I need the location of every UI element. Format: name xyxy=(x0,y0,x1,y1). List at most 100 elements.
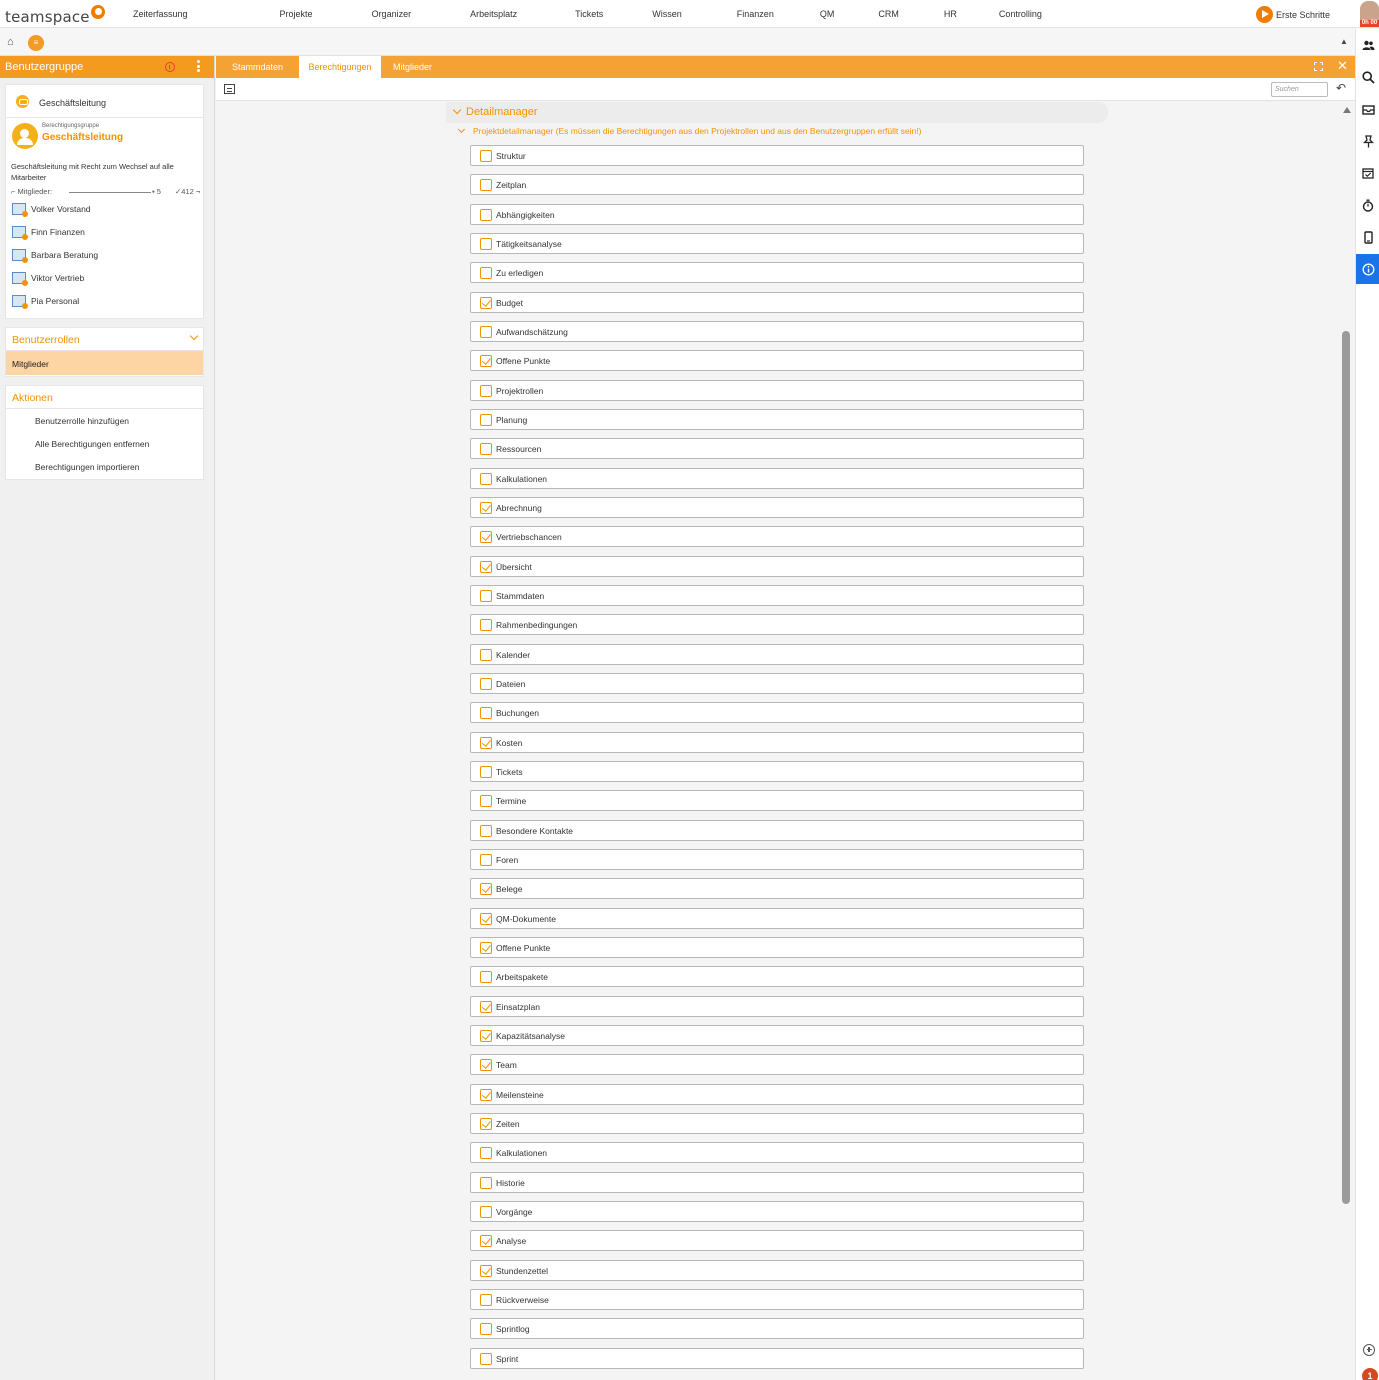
info-icon[interactable] xyxy=(1356,254,1379,284)
permission-checkbox[interactable] xyxy=(480,883,492,896)
menu-item-zeiterfassung[interactable]: Zeiterfassung xyxy=(133,0,188,28)
calendar-check-icon[interactable] xyxy=(1356,158,1379,188)
pin-icon[interactable] xyxy=(1356,126,1379,156)
role-item-mitglieder[interactable]: Mitglieder xyxy=(6,351,203,375)
permission-checkbox[interactable] xyxy=(480,1088,492,1101)
permission-checkbox[interactable] xyxy=(480,1352,492,1365)
menu-item-tickets[interactable]: Tickets xyxy=(575,0,603,28)
users-icon[interactable] xyxy=(1356,30,1379,60)
permission-checkbox[interactable] xyxy=(480,531,492,544)
permission-checkbox[interactable] xyxy=(480,853,492,866)
permission-checkbox[interactable] xyxy=(480,971,492,984)
member-item[interactable]: Finn Finanzen xyxy=(12,224,197,242)
scroll-up-icon[interactable] xyxy=(1343,107,1351,113)
permission-checkbox[interactable] xyxy=(480,677,492,690)
menu-dot-button[interactable]: ≡ xyxy=(28,35,44,51)
erste-schritte-button[interactable]: Erste Schritte xyxy=(1256,6,1330,23)
tab-stammdaten[interactable]: Stammdaten xyxy=(216,56,299,78)
permission-checkbox[interactable] xyxy=(480,179,492,192)
action-item[interactable]: Benutzerrolle hinzufügen xyxy=(6,409,203,432)
menu-item-qm[interactable]: QM xyxy=(820,0,835,28)
menu-item-crm[interactable]: CRM xyxy=(878,0,899,28)
tab-mitglieder[interactable]: Mitglieder xyxy=(381,56,444,78)
more-options-icon[interactable] xyxy=(197,60,200,74)
permission-checkbox[interactable] xyxy=(480,941,492,954)
search-icon[interactable] xyxy=(1356,62,1379,92)
permission-checkbox[interactable] xyxy=(480,1176,492,1189)
permission-checkbox[interactable] xyxy=(480,1264,492,1277)
permission-checkbox[interactable] xyxy=(480,1323,492,1336)
search-input[interactable]: Suchen xyxy=(1271,82,1328,97)
permission-checkbox[interactable] xyxy=(480,267,492,280)
permission-checkbox[interactable] xyxy=(480,648,492,661)
permission-checkbox[interactable] xyxy=(480,355,492,368)
permission-checkbox[interactable] xyxy=(480,912,492,925)
add-circle-icon[interactable] xyxy=(1363,1344,1375,1356)
menu-item-finanzen[interactable]: Finanzen xyxy=(737,0,774,28)
stopwatch-icon[interactable] xyxy=(1356,190,1379,220)
home-icon[interactable]: ⌂ xyxy=(7,36,14,48)
filter-icon[interactable] xyxy=(224,84,235,94)
permission-checkbox[interactable] xyxy=(480,765,492,778)
permission-checkbox[interactable] xyxy=(480,1293,492,1306)
benutzerrollen-header[interactable]: Benutzerrollen xyxy=(6,328,203,351)
permission-checkbox[interactable] xyxy=(480,384,492,397)
permission-checkbox[interactable] xyxy=(480,150,492,162)
menu-item-projekte[interactable]: Projekte xyxy=(280,0,313,28)
action-item[interactable]: Berechtigungen importieren xyxy=(6,455,203,478)
menu-item-arbeitsplatz[interactable]: Arbeitsplatz xyxy=(470,0,517,28)
menu-item-wissen[interactable]: Wissen xyxy=(652,0,682,28)
undo-icon[interactable]: ↶ xyxy=(1336,81,1346,95)
permission-checkbox[interactable] xyxy=(480,1117,492,1130)
permission-checkbox[interactable] xyxy=(480,707,492,720)
chevron-down-icon[interactable] xyxy=(189,331,199,341)
menu-item-hr[interactable]: HR xyxy=(944,0,957,28)
member-item[interactable]: Viktor Vertrieb xyxy=(12,270,197,288)
permission-label: Belege xyxy=(496,884,523,895)
menu-item-organizer[interactable]: Organizer xyxy=(372,0,412,28)
sub-toolbar: ⌂ ≡ ▲ xyxy=(0,29,1355,56)
permission-checkbox[interactable] xyxy=(480,1205,492,1218)
tab-berechtigungen[interactable]: Berechtigungen xyxy=(299,56,381,78)
group-row[interactable]: Geschäftsleitung xyxy=(6,85,203,118)
member-item[interactable]: Barbara Beratung xyxy=(12,247,197,265)
member-item[interactable]: Pia Personal xyxy=(12,293,197,311)
permission-checkbox[interactable] xyxy=(480,1059,492,1072)
permission-checkbox[interactable] xyxy=(480,1000,492,1013)
member-item[interactable]: Volker Vorstand xyxy=(12,201,197,219)
permission-checkbox[interactable] xyxy=(480,472,492,485)
permission-checkbox[interactable] xyxy=(480,824,492,837)
permission-checkbox[interactable] xyxy=(480,237,492,250)
permission-row: Vorgänge xyxy=(470,1200,1084,1222)
permission-row: Kalender xyxy=(470,643,1084,665)
permission-checkbox[interactable] xyxy=(480,325,492,338)
vertical-scrollbar[interactable] xyxy=(1340,101,1355,1380)
menu-item-controlling[interactable]: Controlling xyxy=(999,0,1042,28)
permission-checkbox[interactable] xyxy=(480,443,492,456)
permission-checkbox[interactable] xyxy=(480,501,492,514)
mobile-icon[interactable] xyxy=(1356,222,1379,252)
permission-checkbox[interactable] xyxy=(480,296,492,309)
permission-checkbox[interactable] xyxy=(480,560,492,573)
permission-count: ✓412 ¬ xyxy=(175,187,201,196)
inbox-icon[interactable] xyxy=(1356,94,1379,124)
notification-badge[interactable]: 1 xyxy=(1362,1368,1378,1380)
teamspace-logo[interactable]: teamspace xyxy=(5,5,105,26)
avatar[interactable]: 0h 00 xyxy=(1360,1,1379,27)
action-item[interactable]: Alle Berechtigungen entfernen xyxy=(6,432,203,455)
permission-checkbox[interactable] xyxy=(480,1029,492,1042)
permission-checkbox[interactable] xyxy=(480,619,492,632)
permission-checkbox[interactable] xyxy=(480,589,492,602)
scrollbar-thumb[interactable] xyxy=(1342,331,1350,1204)
permission-checkbox[interactable] xyxy=(480,795,492,808)
alert-icon[interactable] xyxy=(165,62,175,72)
permission-checkbox[interactable] xyxy=(480,1147,492,1160)
maximize-icon[interactable] xyxy=(1314,62,1323,71)
permission-checkbox[interactable] xyxy=(480,1235,492,1248)
permission-checkbox[interactable] xyxy=(480,736,492,749)
permission-checkbox[interactable] xyxy=(480,413,492,426)
collapse-up-icon[interactable]: ▲ xyxy=(1340,37,1348,46)
close-icon[interactable]: ✕ xyxy=(1337,58,1348,74)
permission-checkbox[interactable] xyxy=(480,208,492,221)
detailmanager-section-header[interactable]: Detailmanager xyxy=(446,102,1108,123)
